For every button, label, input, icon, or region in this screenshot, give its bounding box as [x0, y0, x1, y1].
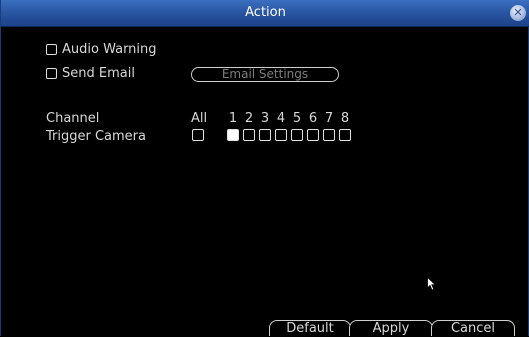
trigger-camera-checkbox[interactable]	[307, 129, 319, 141]
audio-warning-option[interactable]: Audio Warning	[46, 41, 157, 57]
send-email-option[interactable]: Send Email	[46, 65, 135, 81]
email-settings-button[interactable]: Email Settings	[191, 67, 339, 82]
trigger-all-checkbox[interactable]	[192, 129, 204, 141]
dialog-title: Action	[245, 5, 286, 20]
close-icon[interactable]: ✕	[510, 5, 526, 21]
channel-number: 2	[244, 111, 254, 126]
channel-number: 5	[292, 111, 302, 126]
trigger-camera-checkbox[interactable]	[259, 129, 271, 141]
channel-number: 8	[340, 111, 350, 126]
channel-number: 3	[260, 111, 270, 126]
trigger-camera-checkbox[interactable]	[243, 129, 255, 141]
trigger-camera-checkbox[interactable]	[339, 129, 351, 141]
action-dialog: Action ✕ Audio Warning Send Email Email …	[0, 0, 529, 336]
send-email-label: Send Email	[62, 65, 135, 81]
channel-number: 6	[308, 111, 318, 126]
channel-number: 1	[228, 111, 238, 126]
audio-warning-label: Audio Warning	[62, 41, 157, 57]
trigger-camera-checkbox[interactable]	[291, 129, 303, 141]
trigger-camera-checkbox[interactable]	[227, 129, 239, 141]
trigger-camera-checkbox[interactable]	[323, 129, 335, 141]
channel-number: 7	[324, 111, 334, 126]
default-button[interactable]: Default	[269, 320, 351, 336]
apply-button[interactable]: Apply	[349, 320, 433, 336]
trigger-camera-label: Trigger Camera	[46, 129, 146, 144]
mouse-cursor-icon	[427, 277, 437, 291]
audio-warning-checkbox[interactable]	[46, 43, 57, 55]
channel-label: Channel	[46, 111, 100, 126]
trigger-camera-checkbox[interactable]	[275, 129, 287, 141]
channel-number: 4	[276, 111, 286, 126]
send-email-checkbox[interactable]	[46, 67, 57, 79]
title-bar: Action ✕	[1, 0, 529, 27]
all-label: All	[191, 111, 208, 126]
cancel-button[interactable]: Cancel	[431, 320, 515, 336]
